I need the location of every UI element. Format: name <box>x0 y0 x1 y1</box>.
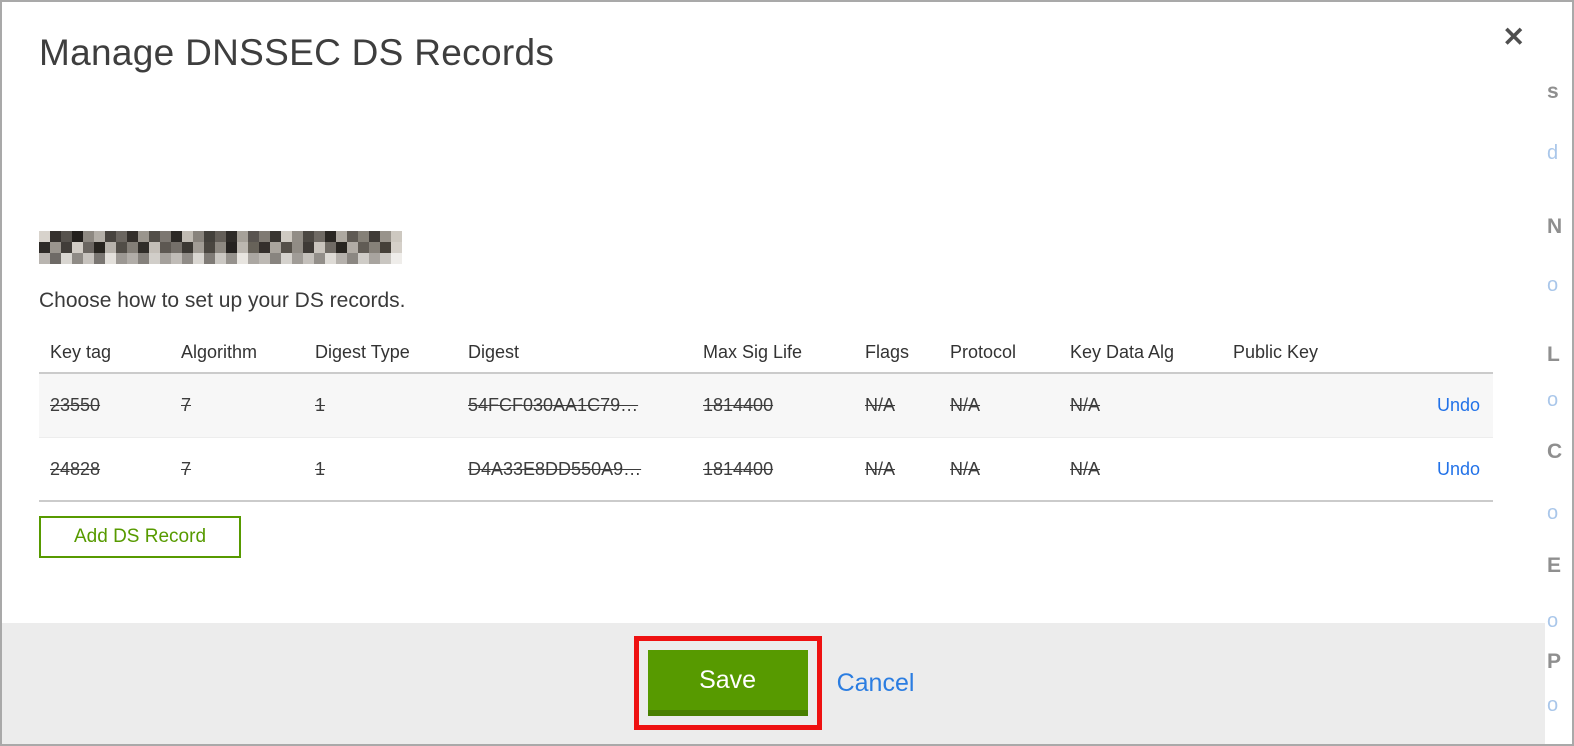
redacted-domain <box>39 231 402 264</box>
screenshot-frame: Manage DNSSEC DS Records ✕ Choose how to… <box>0 0 1574 746</box>
background-page-strip: sdNoLoCoEoPo <box>1545 2 1572 744</box>
header-public-key: Public Key <box>1233 342 1319 362</box>
background-text-fragment: E <box>1547 554 1562 577</box>
header-max-sig-life: Max Sig Life <box>703 342 803 362</box>
background-text-fragment: o <box>1547 274 1559 296</box>
cell-flags: N/A <box>865 395 896 415</box>
cell-max-sig-life: 1814400 <box>703 395 774 415</box>
dnssec-modal: Manage DNSSEC DS Records ✕ Choose how to… <box>2 2 1547 744</box>
table-row: 24828 7 1 D4A33E8DD550A9… 1814400 N/A N/… <box>39 438 1493 502</box>
footer-actions: Save Cancel <box>633 636 915 730</box>
background-text-fragment: o <box>1547 502 1559 524</box>
page-title: Manage DNSSEC DS Records <box>39 32 555 73</box>
background-text-fragment: N <box>1547 215 1563 238</box>
save-button[interactable]: Save <box>647 650 808 716</box>
background-text-fragment: s <box>1547 80 1559 103</box>
cell-key-data-alg: N/A <box>1070 395 1101 415</box>
cell-digest-type: 1 <box>315 458 326 479</box>
ds-records-table: Key tag Algorithm Digest Type Digest Max… <box>39 333 1493 502</box>
cell-digest: 54FCF030AA1C79… <box>468 395 639 415</box>
close-icon[interactable]: ✕ <box>1502 24 1525 51</box>
cell-key-tag: 24828 <box>50 458 101 479</box>
subtitle-text: Choose how to set up your DS records. <box>39 289 406 312</box>
background-text-fragment: d <box>1547 142 1559 164</box>
header-protocol: Protocol <box>950 342 1017 362</box>
header-digest-type: Digest Type <box>315 342 410 362</box>
header-flags: Flags <box>865 342 910 362</box>
background-text-fragment: C <box>1547 440 1563 463</box>
background-text-fragment: o <box>1547 610 1559 632</box>
header-key-tag: Key tag <box>50 342 112 362</box>
cell-flags: N/A <box>865 458 896 479</box>
cell-actions: Undo <box>1372 459 1493 480</box>
header-digest: Digest <box>468 342 520 362</box>
add-ds-record-button[interactable]: Add DS Record <box>39 516 242 558</box>
annotation-highlight-box: Save <box>633 636 822 730</box>
modal-footer: Save Cancel <box>2 623 1546 744</box>
cell-digest-type: 1 <box>315 395 326 415</box>
cell-actions: Undo <box>1372 395 1493 416</box>
header-key-data-alg: Key Data Alg <box>1070 342 1175 362</box>
table-header-row: Key tag Algorithm Digest Type Digest Max… <box>39 333 1493 374</box>
undo-link[interactable]: Undo <box>1437 459 1480 479</box>
cell-protocol: N/A <box>950 458 981 479</box>
undo-link[interactable]: Undo <box>1437 395 1480 415</box>
background-text-fragment: o <box>1547 389 1559 411</box>
table-row: 23550 7 1 54FCF030AA1C79… 1814400 N/A N/… <box>39 374 1493 438</box>
cancel-link[interactable]: Cancel <box>837 669 915 698</box>
header-algorithm: Algorithm <box>181 342 258 362</box>
background-text-fragment: L <box>1547 343 1560 366</box>
cell-digest: D4A33E8DD550A9… <box>468 458 642 479</box>
cell-algorithm: 7 <box>181 395 192 415</box>
cell-key-tag: 23550 <box>50 395 101 415</box>
cell-max-sig-life: 1814400 <box>703 458 774 479</box>
cell-protocol: N/A <box>950 395 981 415</box>
background-text-fragment: o <box>1547 694 1559 716</box>
background-text-fragment: P <box>1547 650 1562 673</box>
cell-key-data-alg: N/A <box>1070 458 1101 479</box>
cell-algorithm: 7 <box>181 458 192 479</box>
